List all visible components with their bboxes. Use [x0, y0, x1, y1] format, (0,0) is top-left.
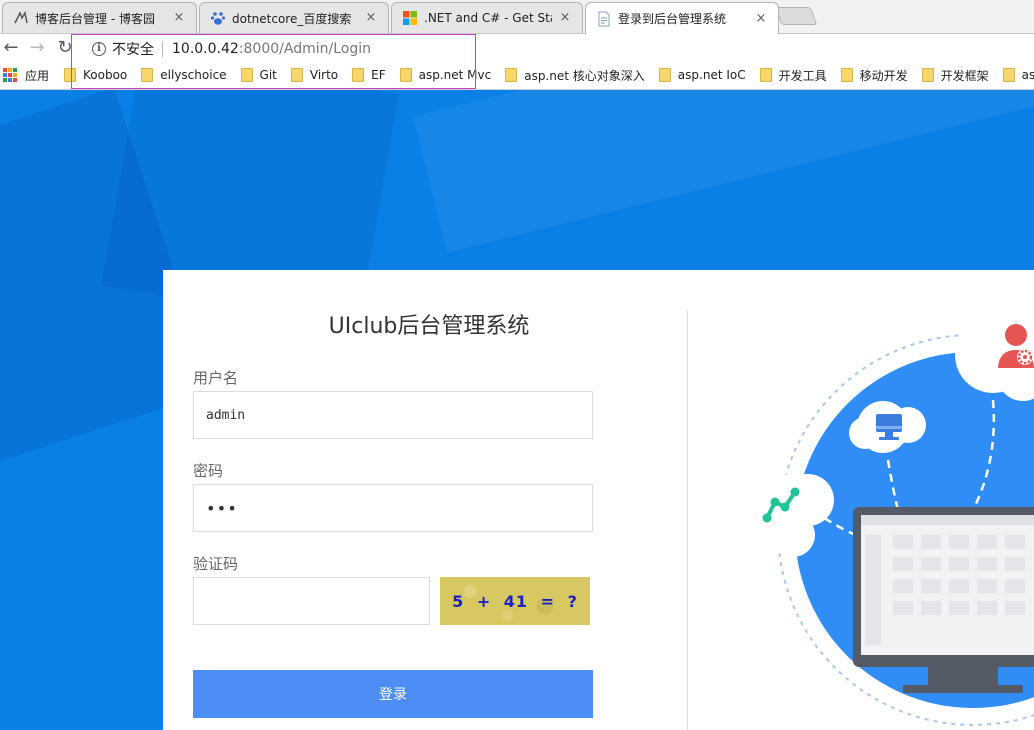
baidu-paw-icon: [210, 10, 226, 26]
bookmark-item[interactable]: Virto: [290, 61, 339, 89]
tab-title: 登录到后台管理系统: [618, 12, 727, 26]
bookmark-item[interactable]: Git: [240, 61, 277, 89]
apps-grid-icon: [3, 68, 17, 82]
forward-arrow-icon[interactable]: →: [27, 38, 47, 58]
login-page: UIclub后台管理系统 用户名 admin 密码 ••• 验证码 5 + 41…: [0, 90, 1034, 730]
bookmark-label: asp.net Mvc: [418, 68, 492, 82]
folder-icon: [240, 68, 253, 82]
close-icon[interactable]: ×: [558, 11, 572, 25]
separator: [162, 40, 163, 57]
network-illustration: [726, 310, 1034, 726]
bookmark-label: 应用: [25, 68, 50, 83]
bookmark-label: Virto: [309, 68, 339, 82]
folder-icon: [290, 68, 303, 82]
close-icon[interactable]: ×: [172, 11, 186, 25]
bookmark-item[interactable]: 移动开发: [840, 61, 908, 89]
username-field[interactable]: admin: [193, 391, 593, 439]
page-document-icon: [596, 11, 612, 27]
bookmark-item[interactable]: EF: [352, 61, 386, 89]
tab-cnblogs[interactable]: 博客后台管理 - 博客园 ×: [2, 2, 197, 33]
bookmarks-bar: 应用 Kooboo ellyschoice Git Virto EF asp.n…: [0, 61, 1034, 90]
monitor-icon: [853, 507, 1034, 693]
login-button[interactable]: 登录: [193, 670, 593, 718]
url-host: 10.0.0.42: [172, 40, 239, 57]
url-path: :8000/Admin/Login: [238, 40, 371, 57]
bookmark-label: Kooboo: [83, 68, 128, 82]
close-icon[interactable]: ×: [364, 11, 378, 25]
tab-baidu[interactable]: dotnetcore_百度搜索 ×: [199, 2, 389, 33]
bookmark-label: ellyschoice: [160, 68, 227, 82]
security-label: 不安全: [112, 41, 154, 58]
reload-icon[interactable]: ↻: [55, 38, 75, 58]
folder-icon: [64, 68, 77, 82]
bookmark-item[interactable]: asp.net Mvc: [399, 61, 492, 89]
bookmark-item[interactable]: 开发框架: [921, 61, 989, 89]
folder-icon: [141, 68, 154, 82]
folder-icon: [840, 68, 853, 82]
address-bar[interactable]: i 不安全 10.0.0.42 :8000/Admin/Login: [84, 37, 1034, 60]
new-tab-button[interactable]: [774, 7, 818, 25]
bookmark-label: 开发框架: [940, 68, 989, 83]
bookmark-label: 开发工具: [778, 68, 827, 83]
tab-dotnet[interactable]: .NET and C# - Get Start ×: [391, 2, 583, 33]
bookmark-label: asp.net 核心对象深入: [524, 68, 645, 83]
folder-icon: [505, 68, 518, 82]
page-title: UIclub后台管理系统: [328, 314, 530, 339]
captcha-field[interactable]: [193, 577, 430, 625]
bookmark-item[interactable]: asp.net IoC: [658, 61, 746, 89]
vertical-divider: [687, 310, 688, 730]
bookmark-item[interactable]: asp.n: [1002, 61, 1034, 89]
bookmark-label: asp.n: [1021, 68, 1034, 82]
tab-login[interactable]: 登录到后台管理系统 ×: [585, 2, 779, 34]
folder-icon: [921, 68, 934, 82]
microsoft-logo-icon: [402, 10, 418, 26]
bookmark-item[interactable]: 开发工具: [759, 61, 827, 89]
tab-title: .NET and C# - Get Start: [424, 11, 552, 25]
bookmark-item[interactable]: Kooboo: [64, 61, 128, 89]
login-card: UIclub后台管理系统 用户名 admin 密码 ••• 验证码 5 + 41…: [163, 270, 1034, 730]
username-label: 用户名: [193, 369, 239, 387]
bookmark-item[interactable]: asp.net 核心对象深入: [505, 61, 645, 89]
bookmark-apps[interactable]: 应用: [0, 61, 50, 89]
captcha-image[interactable]: 5 + 41 = ?: [440, 577, 590, 625]
folder-icon: [399, 68, 412, 82]
bookmark-label: Git: [259, 68, 277, 82]
folder-icon: [352, 68, 365, 82]
captcha-label: 验证码: [193, 555, 239, 573]
tab-strip: 博客后台管理 - 博客园 × dotnetcore_百度搜索 × .NET an…: [0, 0, 1034, 34]
bookmark-label: asp.net IoC: [677, 68, 746, 82]
browser-toolbar: ← → ↻ i 不安全 10.0.0.42 :8000/Admin/Login: [0, 33, 1034, 61]
bookmark-item[interactable]: ellyschoice: [141, 61, 227, 89]
password-label: 密码: [193, 462, 224, 480]
password-field[interactable]: •••: [193, 484, 593, 532]
folder-icon: [759, 68, 772, 82]
bookmark-label: EF: [371, 68, 386, 82]
bookmark-label: 移动开发: [859, 68, 908, 83]
tab-title: dotnetcore_百度搜索: [232, 11, 352, 26]
close-icon[interactable]: ×: [754, 11, 768, 26]
folder-icon: [658, 68, 671, 82]
folder-icon: [1002, 68, 1015, 82]
cnblogs-favicon-icon: [13, 10, 29, 26]
tab-title: 博客后台管理 - 博客园: [35, 11, 155, 26]
back-arrow-icon[interactable]: ←: [1, 38, 21, 58]
info-icon[interactable]: i: [92, 41, 106, 56]
background-shape: [413, 90, 1034, 253]
